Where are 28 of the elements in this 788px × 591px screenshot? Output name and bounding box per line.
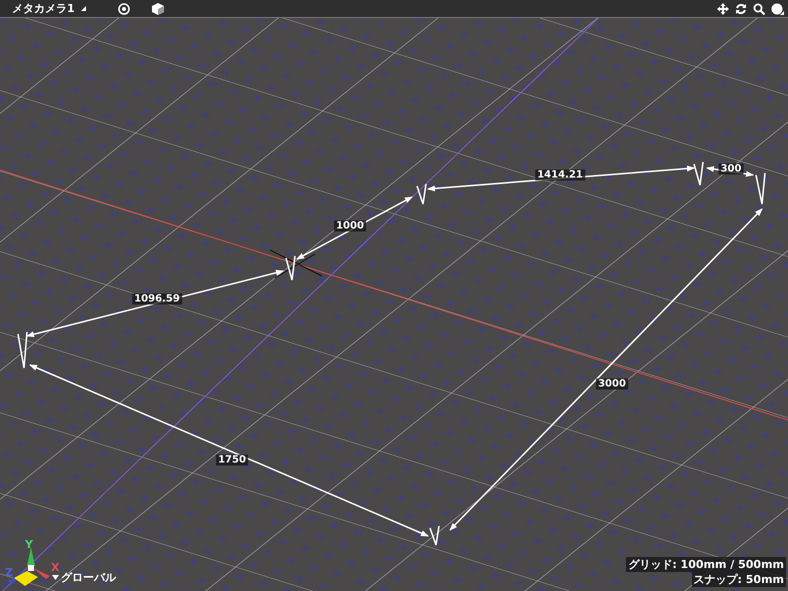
camera-name[interactable]: メタカメラ1 (4, 1, 75, 16)
dimension-label: 300 (718, 164, 744, 174)
caret-icon[interactable] (52, 575, 59, 580)
target-icon[interactable] (118, 2, 130, 14)
grid-info-text: グリッド: 100mm / 500mm (626, 557, 786, 572)
search-icon[interactable] (753, 2, 765, 14)
cube-icon[interactable] (152, 2, 164, 14)
coordinate-space-dropdown[interactable]: グローバル (61, 570, 116, 585)
vertex-marker (755, 172, 766, 205)
vertex-marker (17, 332, 28, 369)
corner-caret-icon[interactable] (80, 6, 86, 11)
x-axis-label: X (51, 561, 60, 574)
grid-info-text: スナップ: 50mm (692, 572, 786, 587)
dimension-label: 1000 (334, 220, 366, 232)
dimension-label: 1750 (216, 454, 248, 466)
rotate-icon[interactable] (735, 2, 747, 14)
vertex-marker (416, 184, 427, 205)
move-icon[interactable] (717, 2, 729, 14)
origin-cross-icon (270, 250, 322, 278)
vertex-marker (693, 162, 704, 186)
vertex-marker (429, 526, 440, 546)
dimension-label: 1096.59 (132, 294, 182, 304)
dimension-label: 3000 (596, 378, 628, 390)
vertex-marker (285, 256, 296, 281)
y-axis-label: Y (25, 538, 33, 551)
dimension-label: 1414.21 (535, 170, 585, 180)
z-axis-label: Z (5, 566, 13, 579)
sphere-icon[interactable] (771, 2, 784, 14)
